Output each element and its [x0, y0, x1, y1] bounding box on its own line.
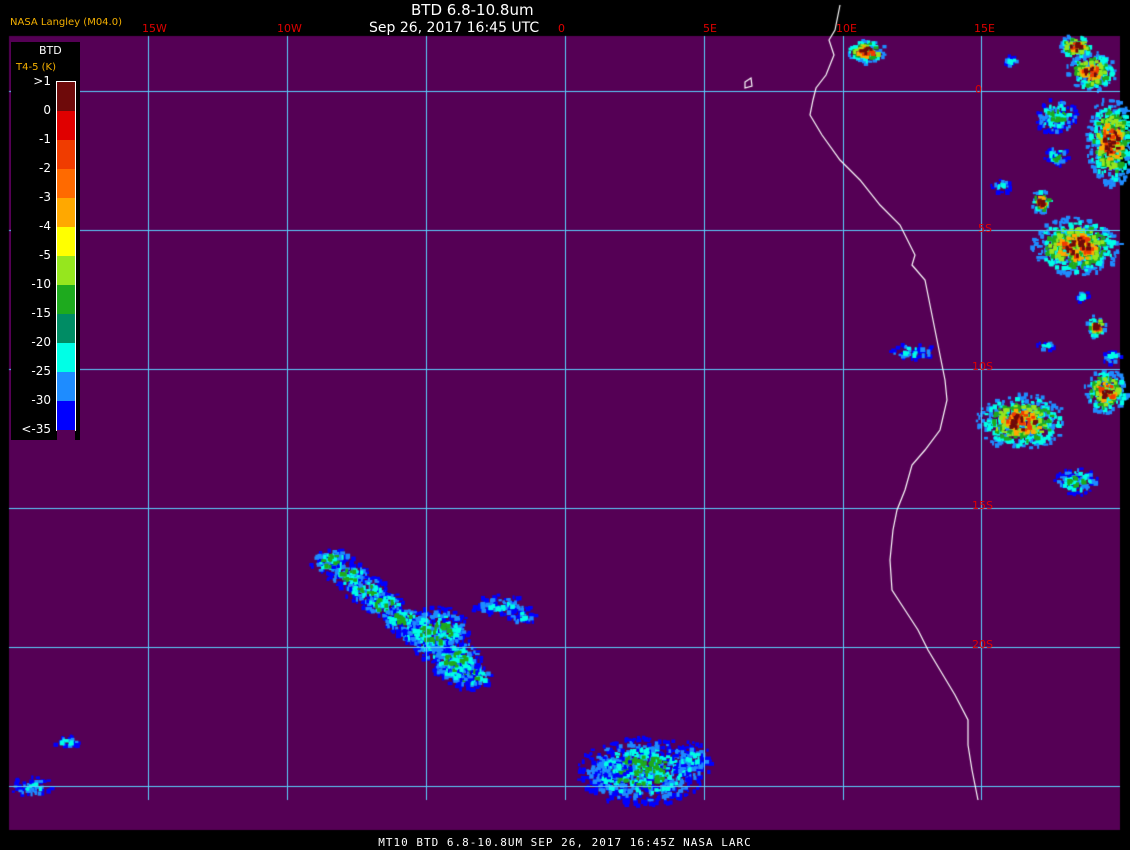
legend-swatch: [57, 343, 75, 372]
legend-swatch: [57, 169, 75, 198]
legend-tick-label: -5: [39, 248, 51, 262]
legend-swatch: [57, 430, 75, 459]
footer-caption: MT10 BTD 6.8-10.8UM SEP 26, 2017 16:45Z …: [378, 836, 752, 849]
org-label: NASA Langley (M04.0): [10, 17, 122, 28]
lon-label-0: 0: [558, 22, 565, 35]
legend-swatch: [57, 227, 75, 256]
legend-tick-label: -4: [39, 219, 51, 233]
legend-swatch: [57, 314, 75, 343]
legend-tick-label: 0: [43, 103, 51, 117]
lon-label-10e: 10E: [836, 22, 857, 35]
lat-label-5s: 5S: [978, 222, 992, 235]
legend-tick-label: -15: [31, 306, 51, 320]
lon-label-5e: 5E: [703, 22, 717, 35]
lat-label-20s: 20S: [972, 638, 993, 651]
legend-tick-label: -30: [31, 393, 51, 407]
legend-tick-label: -25: [31, 364, 51, 378]
lat-label-15s: 15S: [972, 499, 993, 512]
product-title: BTD 6.8-10.8um: [411, 1, 534, 19]
legend-swatch: [57, 285, 75, 314]
legend-tick-label: -10: [31, 277, 51, 291]
legend-swatch: [57, 401, 75, 430]
legend-tick-label: -3: [39, 190, 51, 204]
legend-tick-label: -2: [39, 161, 51, 175]
legend-title: BTD: [39, 44, 62, 57]
lat-label-0: 0: [975, 83, 982, 96]
satellite-map: [0, 0, 1130, 850]
legend-swatch: [57, 140, 75, 169]
legend-swatch: [57, 198, 75, 227]
legend-swatch: [57, 111, 75, 140]
legend-swatch: [57, 372, 75, 401]
lon-label-10w: 10W: [277, 22, 302, 35]
legend-tick-label: -1: [39, 132, 51, 146]
legend-colorbar: [56, 81, 76, 459]
lat-label-10s: 10S: [972, 360, 993, 373]
legend-tick-label: -20: [31, 335, 51, 349]
datetime-label: Sep 26, 2017 16:45 UTC: [369, 20, 540, 36]
legend-tick-label: <-35: [21, 422, 51, 436]
color-legend: BTD T4-5 (K) >1 0 -1 -2 -3 -4 -5 -10 -15 -20 -25 -3…: [11, 42, 80, 459]
legend-swatch: [57, 256, 75, 285]
lon-label-15e: 15E: [974, 22, 995, 35]
legend-swatch: [57, 82, 75, 111]
lon-label-15w: 15W: [142, 22, 167, 35]
legend-unit: T4-5 (K): [16, 62, 56, 73]
legend-tick-label: >1: [33, 74, 51, 88]
